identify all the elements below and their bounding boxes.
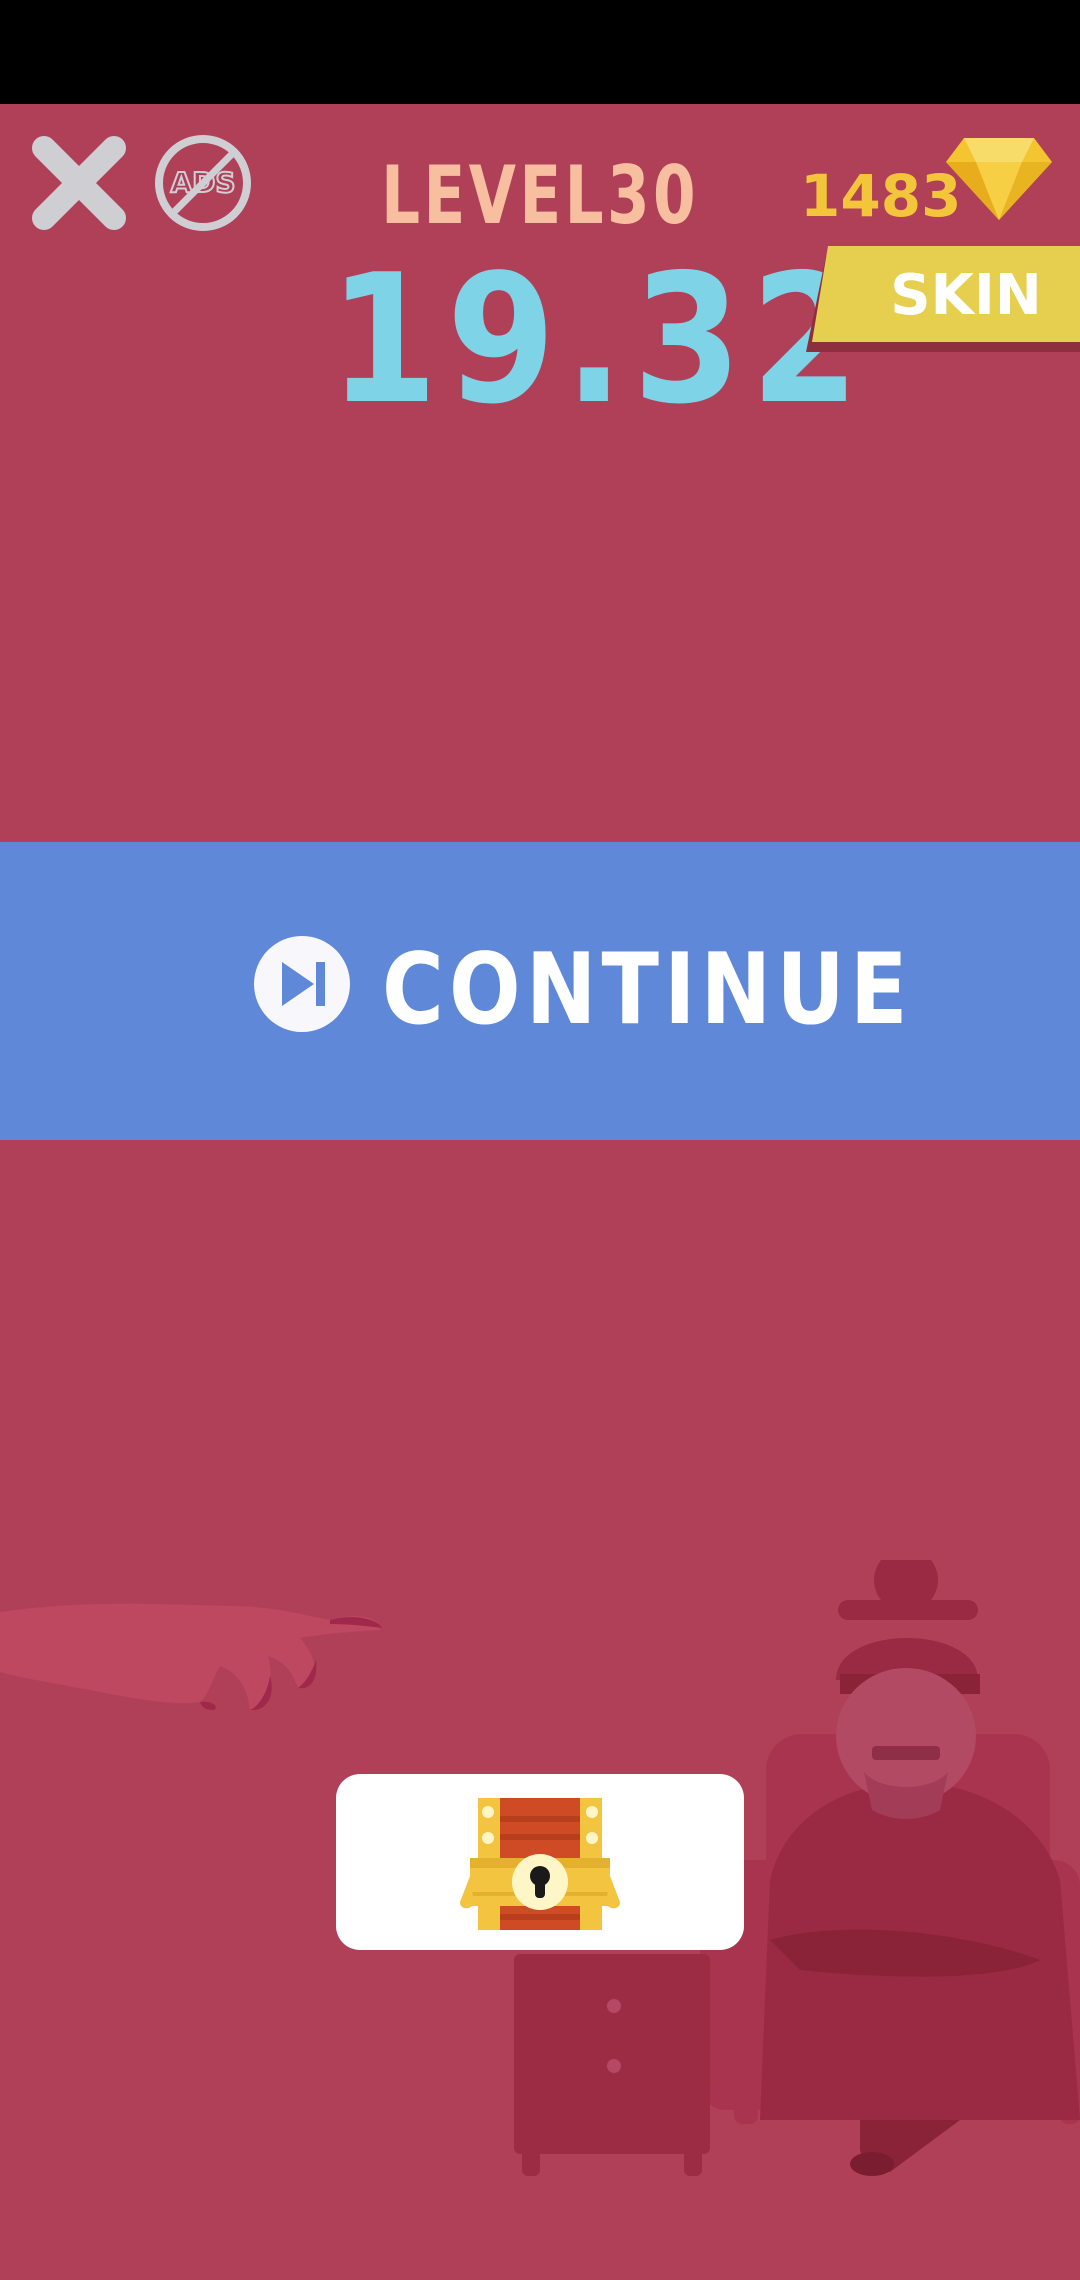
svg-text:ADS: ADS	[170, 166, 235, 199]
side-table-illustration	[514, 1954, 710, 2176]
close-button[interactable]	[28, 132, 130, 234]
skin-button[interactable]: SKIN	[806, 246, 1080, 356]
treasure-chest-icon	[460, 1798, 620, 1930]
close-icon	[32, 136, 126, 230]
level-title: LEVEL30	[381, 149, 699, 242]
status-bar	[0, 0, 1080, 104]
continue-label: CONTINUE	[382, 933, 913, 1047]
timer-display: 19.32	[328, 236, 869, 443]
reward-chest-button[interactable]	[336, 1774, 744, 1950]
no-ads-icon: ADS	[155, 135, 251, 231]
old-man-illustration	[760, 1560, 1080, 2176]
gem-icon	[946, 138, 1052, 220]
gem-count: 1483	[800, 162, 962, 230]
skin-label: SKIN	[890, 263, 1042, 328]
play-skip-icon	[254, 936, 350, 1032]
remove-ads-button[interactable]: ADS	[152, 132, 254, 234]
continue-button[interactable]: CONTINUE	[0, 842, 1080, 1140]
hand-illustration	[0, 1603, 380, 1710]
